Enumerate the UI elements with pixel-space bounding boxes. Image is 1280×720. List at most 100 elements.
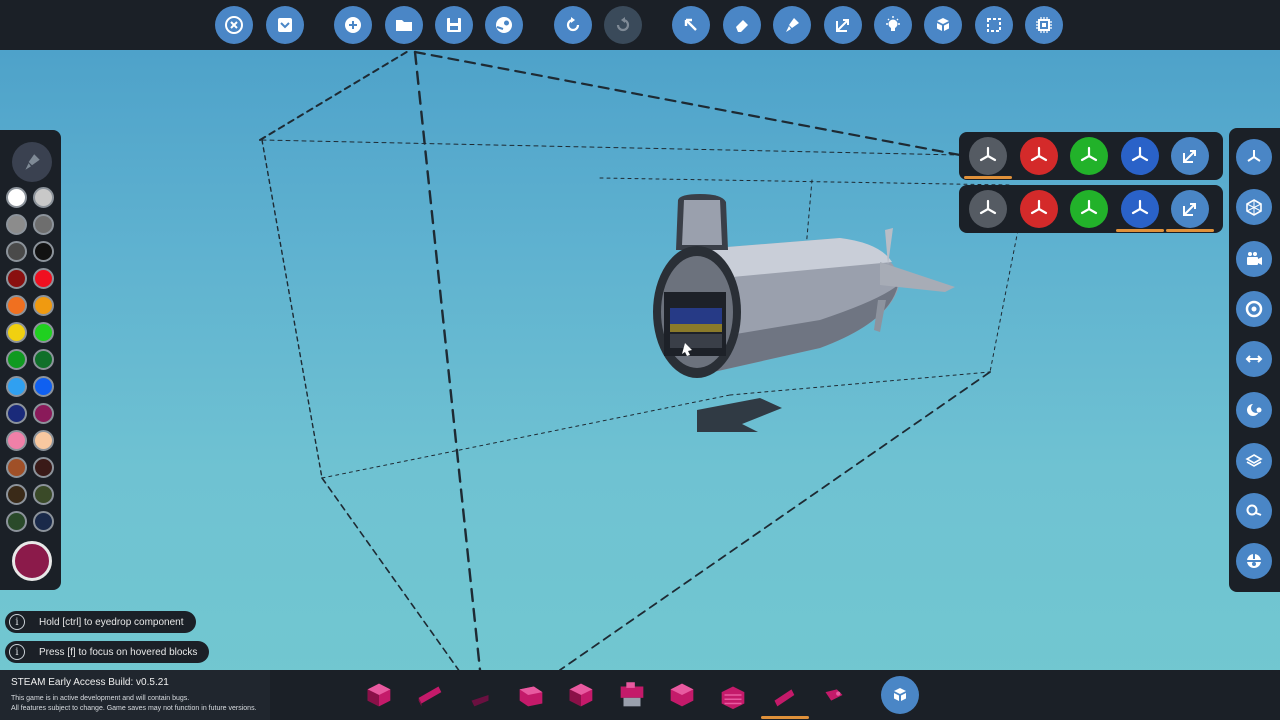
color-swatch[interactable] bbox=[33, 484, 54, 505]
paint-icon bbox=[786, 18, 799, 32]
inspect-button[interactable] bbox=[1236, 493, 1272, 529]
color-swatch[interactable] bbox=[33, 268, 54, 289]
build-info: STEAM Early Access Build: v0.5.21 This g… bbox=[0, 670, 270, 720]
color-swatch[interactable] bbox=[6, 322, 27, 343]
color-swatch[interactable] bbox=[33, 187, 54, 208]
close-button[interactable] bbox=[215, 6, 253, 44]
axis-neutral-icon bbox=[979, 146, 997, 162]
axis-button[interactable] bbox=[1171, 190, 1209, 228]
open-button[interactable] bbox=[385, 6, 423, 44]
color-swatch[interactable] bbox=[6, 457, 27, 478]
build-note-2: All features subject to change. Game sav… bbox=[11, 705, 257, 712]
arrows-button[interactable] bbox=[1236, 341, 1272, 377]
color-swatch[interactable] bbox=[6, 511, 27, 532]
color-swatch[interactable] bbox=[6, 349, 27, 370]
axis-button[interactable] bbox=[1171, 137, 1209, 175]
eraser-button[interactable] bbox=[723, 6, 761, 44]
box-select-button[interactable] bbox=[975, 6, 1013, 44]
color-swatch[interactable] bbox=[6, 295, 27, 316]
color-swatch[interactable] bbox=[33, 430, 54, 451]
blocks-icon bbox=[937, 18, 949, 31]
night-button[interactable] bbox=[1236, 392, 1272, 428]
color-swatch[interactable] bbox=[33, 214, 54, 235]
resize-button[interactable] bbox=[824, 6, 862, 44]
bounding-box-wireframe bbox=[259, 50, 1019, 670]
direction-arrow bbox=[697, 398, 782, 432]
color-swatch[interactable] bbox=[6, 484, 27, 505]
block-component-icon bbox=[774, 689, 795, 707]
color-palette bbox=[0, 130, 61, 590]
light-button[interactable] bbox=[874, 6, 912, 44]
inventory-slot[interactable] bbox=[711, 673, 755, 717]
environment-button[interactable] bbox=[1236, 543, 1272, 579]
cube-view-button[interactable] bbox=[1236, 189, 1272, 225]
translate-axis-panel bbox=[959, 185, 1223, 233]
camera-button[interactable] bbox=[1236, 241, 1272, 277]
inventory-slot[interactable] bbox=[559, 673, 603, 717]
scale-icon bbox=[1183, 150, 1196, 163]
inventory-slot[interactable] bbox=[357, 673, 401, 717]
rotate-axis-panel bbox=[959, 132, 1223, 180]
color-swatch[interactable] bbox=[33, 376, 54, 397]
component-browser-button[interactable] bbox=[881, 676, 919, 714]
inventory-slot[interactable] bbox=[761, 673, 809, 719]
paint-button[interactable] bbox=[773, 6, 811, 44]
inventory-slot[interactable] bbox=[812, 673, 856, 717]
redo-button[interactable] bbox=[604, 6, 642, 44]
add-button[interactable] bbox=[334, 6, 372, 44]
axis-button[interactable] bbox=[969, 137, 1007, 175]
hint-eyedrop: i Hold [ctrl] to eyedrop component bbox=[5, 611, 196, 633]
blocks-button[interactable] bbox=[924, 6, 962, 44]
color-swatch[interactable] bbox=[33, 511, 54, 532]
globe-icon bbox=[1247, 554, 1261, 568]
inventory-bar: STEAM Early Access Build: v0.5.21 This g… bbox=[0, 670, 1280, 720]
axis-y-icon bbox=[1080, 199, 1098, 215]
steam-button[interactable] bbox=[485, 6, 523, 44]
inventory-slot[interactable] bbox=[509, 673, 553, 717]
dropdown-button[interactable] bbox=[266, 6, 304, 44]
logic-button[interactable] bbox=[1025, 6, 1063, 44]
axis-view-icon bbox=[1247, 150, 1261, 162]
color-swatch[interactable] bbox=[6, 187, 27, 208]
hint-focus: i Press [f] to focus on hovered blocks bbox=[5, 641, 209, 663]
save-button[interactable] bbox=[435, 6, 473, 44]
undo-button[interactable] bbox=[554, 6, 592, 44]
color-swatch[interactable] bbox=[33, 349, 54, 370]
color-swatch[interactable] bbox=[6, 241, 27, 262]
axis-button[interactable] bbox=[1120, 190, 1159, 228]
color-swatch[interactable] bbox=[6, 403, 27, 424]
color-swatch[interactable] bbox=[6, 214, 27, 235]
color-swatch[interactable] bbox=[33, 322, 54, 343]
color-swatch[interactable] bbox=[33, 241, 54, 262]
color-swatch[interactable] bbox=[6, 430, 27, 451]
block-component-icon bbox=[825, 689, 842, 701]
current-color-swatch[interactable] bbox=[12, 541, 52, 581]
block-component-icon bbox=[569, 683, 593, 707]
select-tool-button[interactable] bbox=[672, 6, 710, 44]
color-swatch[interactable] bbox=[33, 295, 54, 316]
inventory-slot[interactable] bbox=[458, 673, 502, 717]
axis-button[interactable] bbox=[1120, 137, 1159, 175]
axis-button[interactable] bbox=[1070, 137, 1108, 175]
inventory-slot[interactable] bbox=[610, 673, 654, 717]
color-swatch[interactable] bbox=[33, 403, 54, 424]
axis-button[interactable] bbox=[1070, 190, 1108, 228]
arrows-icon bbox=[1245, 355, 1263, 363]
inventory-slot[interactable] bbox=[660, 673, 704, 717]
color-swatch[interactable] bbox=[33, 457, 54, 478]
axis-button[interactable] bbox=[1019, 190, 1058, 228]
color-swatch[interactable] bbox=[6, 268, 27, 289]
axis-neutral-icon bbox=[979, 199, 997, 215]
target-button[interactable] bbox=[1236, 291, 1272, 327]
axis-view-button[interactable] bbox=[1236, 139, 1272, 175]
submarine-model[interactable] bbox=[653, 194, 955, 378]
inventory-slot[interactable] bbox=[408, 673, 452, 717]
save-icon bbox=[447, 18, 461, 32]
axis-button[interactable] bbox=[1019, 137, 1058, 175]
top-toolbar bbox=[0, 0, 1280, 50]
layer-button[interactable] bbox=[1236, 443, 1272, 479]
color-swatch[interactable] bbox=[6, 376, 27, 397]
block-component-icon bbox=[670, 683, 694, 707]
paint-tool-button[interactable] bbox=[12, 142, 52, 182]
axis-button[interactable] bbox=[969, 190, 1007, 228]
